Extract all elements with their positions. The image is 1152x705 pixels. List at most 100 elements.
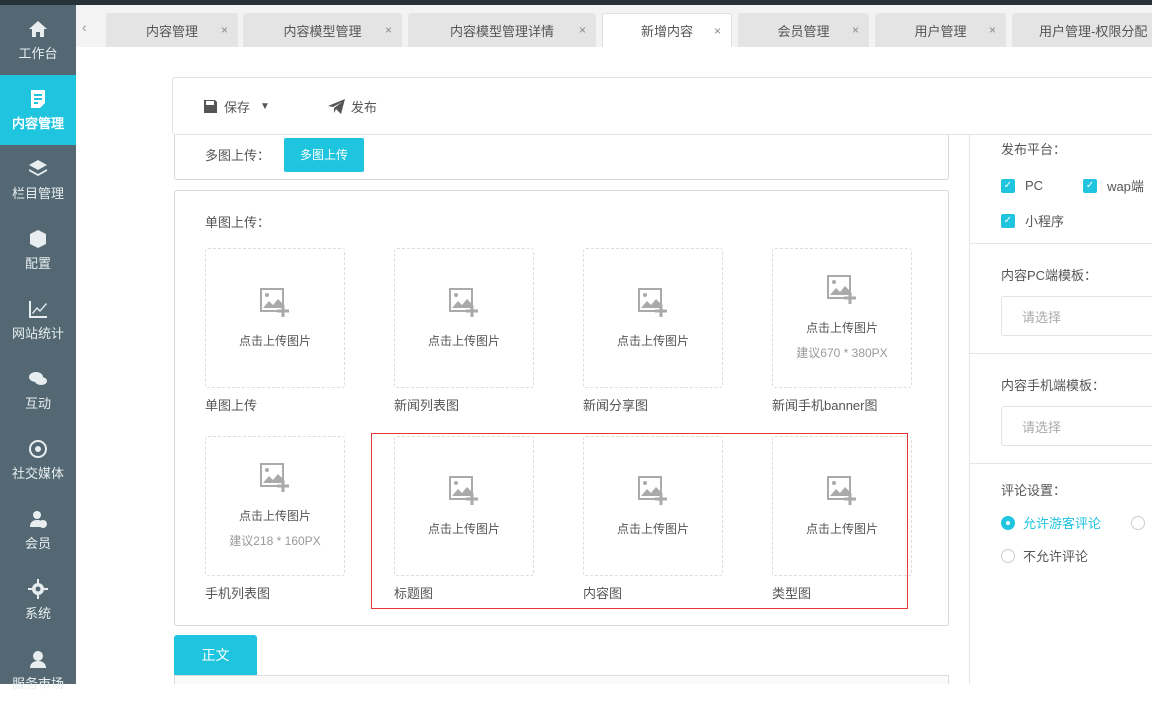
checkbox-miniprogram[interactable]: ✓ 小程序 bbox=[1001, 211, 1064, 230]
sidebar-item-label: 网站统计 bbox=[11, 325, 64, 341]
pc-template-section: 内容PC端模板： 请选择 bbox=[970, 244, 1152, 354]
checkbox-label: 小程序 bbox=[1025, 214, 1065, 229]
sidebar-item-label: 会员 bbox=[24, 535, 51, 551]
tab-member-manage[interactable]: 会员管理 × bbox=[738, 13, 869, 47]
sidebar-item-members[interactable]: 会员 bbox=[0, 495, 76, 565]
image-upload-box[interactable]: 点击上传图片 建议670 * 380PX bbox=[772, 248, 912, 388]
sidebar-item-market[interactable]: 服务市场 bbox=[0, 635, 76, 705]
member-icon bbox=[30, 510, 47, 528]
sidebar-item-social[interactable]: 社交媒体 bbox=[0, 425, 76, 495]
size-hint: 建议670 * 380PX bbox=[796, 346, 888, 360]
single-upload-label: 单图上传： bbox=[205, 215, 271, 230]
check-icon: ✓ bbox=[1001, 213, 1015, 228]
tab-label: 用户管理-权限分配 bbox=[1039, 23, 1148, 39]
tab-content-model[interactable]: 内容模型管理 × bbox=[243, 13, 402, 47]
image-upload-box[interactable]: 点击上传图片 bbox=[394, 248, 534, 388]
sidebar-item-content[interactable]: 内容管理 bbox=[0, 75, 76, 145]
tabs-scroll-left-icon[interactable]: ‹ bbox=[82, 19, 87, 35]
tab-user-permissions[interactable]: 用户管理-权限分配 bbox=[1012, 13, 1152, 47]
sidebar-item-label: 互动 bbox=[24, 395, 51, 411]
paper-plane-icon bbox=[327, 98, 345, 114]
close-icon[interactable]: × bbox=[852, 23, 859, 37]
mobile-template-select[interactable]: 请选择 bbox=[1001, 406, 1152, 446]
tab-label: 内容管理 bbox=[145, 23, 198, 39]
sidebar-item-label: 社交媒体 bbox=[11, 465, 64, 481]
upload-text: 点击上传图片 bbox=[427, 333, 500, 348]
tab-user-manage[interactable]: 用户管理 × bbox=[875, 13, 1006, 47]
chart-line-icon bbox=[29, 300, 47, 318]
image-add-icon bbox=[449, 287, 478, 317]
upload-label: 新闻分享图 bbox=[583, 398, 649, 413]
radio-icon[interactable] bbox=[1131, 515, 1146, 530]
sidebar-item-dashboard[interactable]: 工作台 bbox=[0, 5, 76, 75]
sidebar-item-system[interactable]: 系统 bbox=[0, 565, 76, 635]
close-icon[interactable]: × bbox=[385, 23, 392, 37]
multi-upload-button[interactable]: 多图上传 bbox=[284, 137, 365, 172]
tab-label: 用户管理 bbox=[914, 23, 967, 39]
checkbox-label: wap端 bbox=[1107, 179, 1144, 194]
comment-label: 评论设置： bbox=[1001, 483, 1067, 498]
image-upload-box[interactable]: 点击上传图片 bbox=[205, 248, 345, 388]
radio-disallow[interactable]: 不允许评论 bbox=[1001, 546, 1152, 565]
tab-label: 新增内容 bbox=[640, 24, 693, 39]
upload-label: 手机列表图 bbox=[205, 586, 271, 601]
sidebar-item-stats[interactable]: 网站统计 bbox=[0, 285, 76, 355]
image-upload-box[interactable]: 点击上传图片 bbox=[583, 248, 723, 388]
upload-text: 点击上传图片 bbox=[238, 333, 311, 348]
save-icon bbox=[204, 99, 217, 113]
size-hint: 建议218 * 160PX bbox=[229, 534, 321, 548]
mobile-template-label: 内容手机端模板： bbox=[1001, 378, 1106, 393]
sidebar-item-label: 栏目管理 bbox=[11, 185, 64, 201]
tab-content-manage[interactable]: 内容管理 × bbox=[106, 13, 238, 47]
close-icon[interactable]: × bbox=[579, 23, 586, 37]
tab-add-content[interactable]: 新增内容 × bbox=[602, 13, 732, 47]
tab-bar: ‹ 内容管理 × 内容模型管理 × 内容模型管理详情 × 新增内容 × 会员管理 × 用户… bbox=[76, 5, 1152, 47]
document-icon bbox=[31, 89, 45, 108]
radio-label: 允许游客评论 bbox=[1023, 516, 1102, 531]
tab-body-text[interactable]: 正文 bbox=[174, 635, 257, 675]
upload-label: 新闻手机banner图 bbox=[772, 398, 878, 413]
save-label: 保存 bbox=[224, 99, 251, 115]
image-upload-box[interactable]: 点击上传图片 建议218 * 160PX bbox=[205, 436, 345, 576]
cube-icon bbox=[30, 229, 46, 248]
tab-label: 会员管理 bbox=[777, 23, 830, 39]
sidebar-item-interaction[interactable]: 互动 bbox=[0, 355, 76, 425]
image-add-icon bbox=[638, 287, 667, 317]
close-icon[interactable]: × bbox=[714, 24, 721, 38]
close-icon[interactable]: × bbox=[989, 23, 996, 37]
highlight-box bbox=[371, 433, 908, 609]
check-icon: ✓ bbox=[1083, 178, 1098, 193]
tab-label: 内容模型管理 bbox=[283, 23, 362, 39]
upload-label: 单图上传 bbox=[205, 398, 258, 413]
checkbox-wap[interactable]: ✓ wap端 bbox=[1083, 176, 1144, 195]
sidebar-item-label: 服务市场 bbox=[11, 675, 64, 691]
comment-section: 评论设置： 允许游客评论 不允许评论 bbox=[970, 464, 1152, 565]
image-add-icon bbox=[827, 275, 856, 304]
tab-label: 内容模型管理详情 bbox=[449, 23, 554, 39]
upload-text: 点击上传图片 bbox=[238, 509, 311, 523]
checkbox-pc[interactable]: ✓ PC bbox=[1001, 176, 1043, 195]
upload-text: 点击上传图片 bbox=[616, 333, 689, 348]
image-add-icon bbox=[260, 287, 289, 317]
caret-down-icon[interactable]: ▼ bbox=[260, 101, 270, 112]
publish-button[interactable]: 发布 bbox=[327, 97, 377, 116]
sidebar-item-columns[interactable]: 栏目管理 bbox=[0, 145, 76, 215]
tab-content-model-detail[interactable]: 内容模型管理详情 × bbox=[408, 13, 596, 47]
radio-allow-guest[interactable]: 允许游客评论 bbox=[1001, 513, 1152, 532]
save-button[interactable]: 保存 ▼ bbox=[203, 97, 270, 116]
publish-label: 发布 bbox=[350, 99, 377, 115]
pc-template-select[interactable]: 请选择 bbox=[1001, 296, 1152, 336]
editor-area[interactable] bbox=[174, 675, 949, 684]
radio-label: 不允许评论 bbox=[1023, 549, 1089, 564]
sidebar-item-label: 工作台 bbox=[18, 45, 58, 61]
multi-upload-section: 多图上传： 多图上传 bbox=[174, 130, 949, 180]
sidebar-item-config[interactable]: 配置 bbox=[0, 215, 76, 285]
platform-section: 发布平台： ✓ PC ✓ wap端 ✓ 小程序 bbox=[970, 134, 1152, 244]
upload-text: 点击上传图片 bbox=[805, 321, 878, 335]
sidebar-item-label: 配置 bbox=[24, 255, 51, 271]
toolbar: 保存 ▼ 发布 bbox=[172, 77, 1152, 135]
settings-panel: 发布平台： ✓ PC ✓ wap端 ✓ 小程序 内容PC端模板： 请选择 内容手机端模… bbox=[969, 134, 1152, 684]
close-icon[interactable]: × bbox=[221, 23, 228, 37]
platform-label: 发布平台： bbox=[1001, 142, 1067, 157]
headset-icon bbox=[30, 650, 46, 668]
